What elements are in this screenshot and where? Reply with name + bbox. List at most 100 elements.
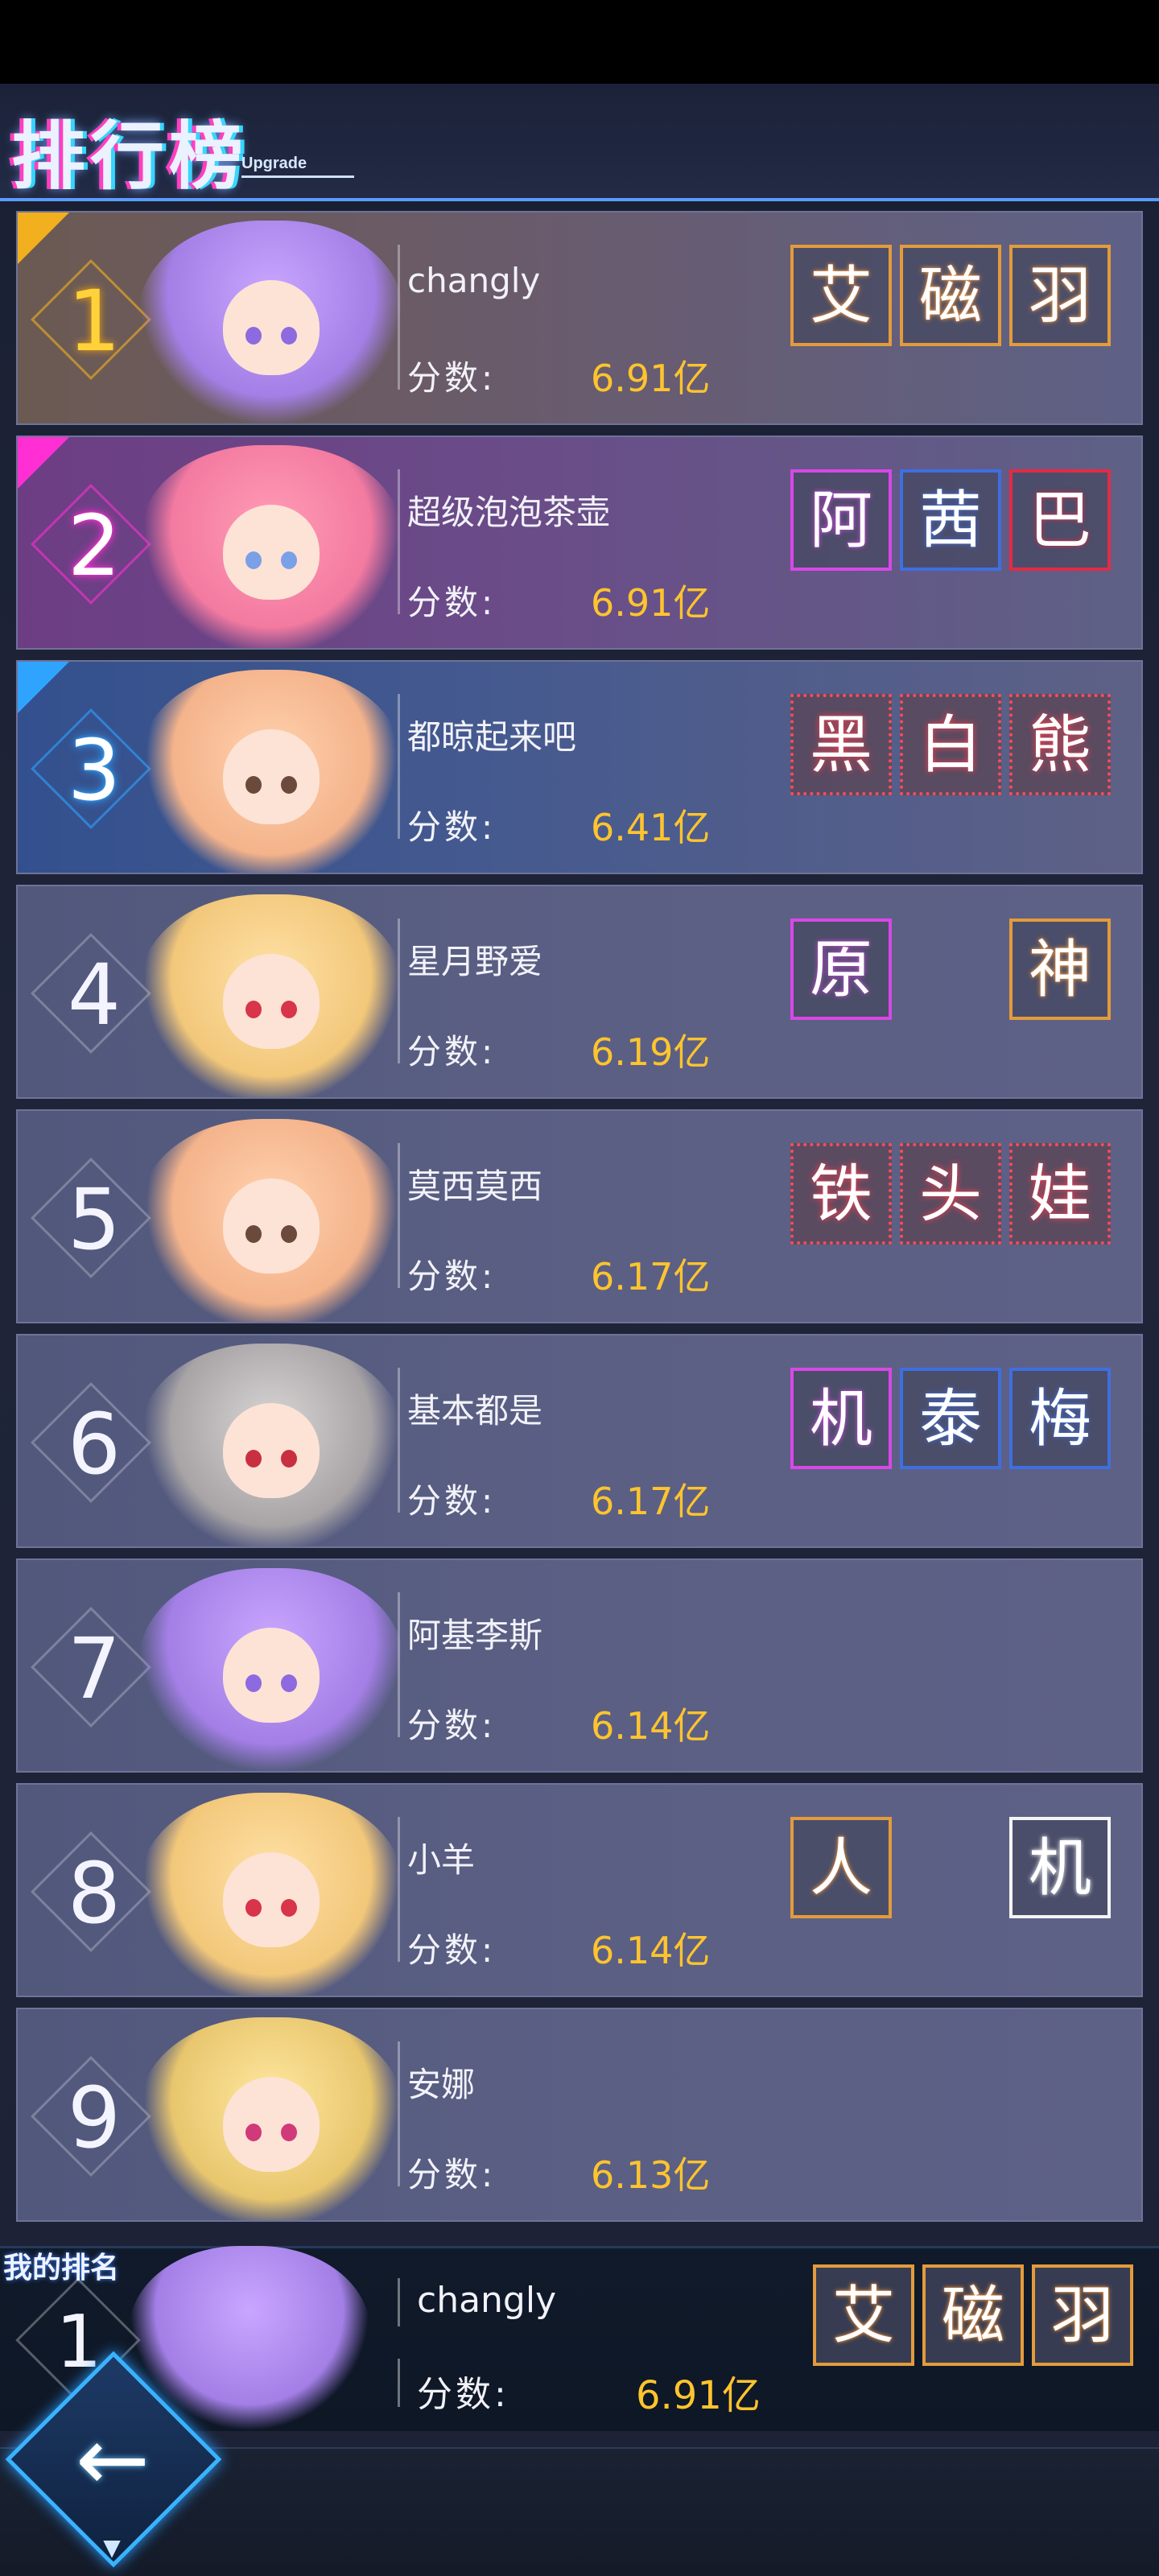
player-name: 安娜 [407,2065,476,2104]
player-name: 小羊 [407,1840,476,1880]
leaderboard-row[interactable]: 2 超级泡泡茶壶 分数: 6.91亿 阿茜巴 [16,436,1143,650]
leaderboard-row[interactable]: 5 莫西莫西 分数: 6.17亿 铁头娃 [16,1109,1143,1323]
player-avatar [138,445,404,648]
title-badge: 人 [790,1817,892,1918]
avatar-face [223,280,320,375]
player-name: 星月野爱 [407,942,543,981]
title-badge: 梅 [1009,1368,1111,1469]
avatar-eye [281,551,297,569]
title-badge: 黑 [790,694,892,795]
row-divider [398,245,400,390]
status-bar [0,0,1159,84]
row-divider [398,1368,400,1513]
score-label: 分数: [407,1706,497,1745]
subtitle-underline [241,175,354,178]
score-value: 6.91亿 [591,581,711,625]
title-badge: 磁 [900,245,1001,346]
row-divider [398,1817,400,1962]
rank-number: 8 [67,1844,122,1942]
avatar-eye [245,551,262,569]
player-name: 基本都是 [407,1391,543,1430]
avatar-eye [245,1899,262,1917]
score-label: 分数: [407,2155,497,2194]
back-arrow-icon[interactable]: ← [48,2415,177,2504]
leaderboard-row[interactable]: 9 安娜分数: 6.13亿 [16,2008,1143,2222]
my-score-value: 6.91亿 [636,2373,761,2418]
score-label: 分数: [407,1257,497,1296]
score-label: 分数: [407,1481,497,1521]
score-label: 分数: [407,1930,497,1970]
rank-number: 2 [67,497,122,595]
title-badge: 原 [790,919,892,1020]
leaderboard-row[interactable]: 3 都晾起来吧 分数: 6.41亿 黑白熊 [16,660,1143,874]
avatar-eye [281,776,297,794]
title-badge: 阿 [790,469,892,571]
player-avatar [138,894,404,1097]
avatar-face [223,505,320,600]
avatar-eye [245,1001,262,1018]
avatar-eye [245,327,262,345]
avatar-eye [245,2124,262,2141]
avatar-face [223,729,320,824]
page-subtitle: Upgrade [241,155,307,172]
player-avatar [138,1793,404,1996]
my-name: changly [417,2280,557,2321]
score-value: 6.17亿 [591,1255,711,1298]
avatar-face [223,954,320,1049]
player-name: 莫西莫西 [407,1166,543,1206]
title-badge: 茜 [900,469,1001,571]
rank-corner-marker [18,437,69,489]
player-avatar [138,221,404,423]
row-divider [398,694,400,839]
avatar-eye [281,1899,297,1917]
rank-number: 3 [67,721,122,819]
score-value: 6.13亿 [591,2153,711,2197]
rank-number: 6 [67,1395,122,1493]
score-label: 分数: [407,807,497,847]
my-badge-3: 羽 [1032,2264,1133,2366]
rank-corner-marker [18,662,69,713]
my-score-label: 分数: [417,2374,509,2415]
title-badge: 头 [900,1143,1001,1245]
title-badge: 白 [900,694,1001,795]
score-value: 6.14亿 [591,1929,711,1972]
player-avatar [138,1568,404,1771]
title-badge: 羽 [1009,245,1111,346]
avatar-eye [281,1674,297,1692]
rank-number: 9 [67,2069,122,2167]
leaderboard-row[interactable]: 4 星月野爱 分数: 6.19亿 原 神 [16,885,1143,1099]
my-badge-1: 艾 [813,2264,914,2366]
title-badge: 熊 [1009,694,1111,795]
leaderboard-row[interactable]: 7 阿基李斯 分数: 6.14亿 [16,1558,1143,1773]
my-rank-label: 我的排名 [3,2252,120,2285]
row-divider [398,469,400,614]
leaderboard-row[interactable]: 6 基本都是 分数: 6.17亿 机泰梅 [16,1334,1143,1548]
row-divider [398,1592,400,1737]
avatar-face [223,2077,320,2172]
leaderboard-row[interactable]: 8 小羊 分数: 6.14亿 人 机 [16,1783,1143,1997]
player-name: 阿基李斯 [407,1616,543,1655]
row-divider [398,1143,400,1288]
player-avatar [138,670,404,873]
leaderboard-row[interactable]: 1 changly 分数: 6.91亿 艾磁羽 [16,211,1143,425]
avatar-eye [281,1450,297,1468]
player-name: 超级泡泡茶壶 [407,493,611,532]
avatar-eye [245,1450,262,1468]
chevron-down-icon: ▼ [103,2534,121,2561]
title-badge: 神 [1009,919,1111,1020]
my-divider [398,2278,400,2326]
player-avatar [138,1119,404,1322]
title-badge: 铁 [790,1143,892,1245]
avatar-face [223,1403,320,1498]
rank-number: 4 [67,946,122,1044]
score-value: 6.17亿 [591,1480,711,1523]
title-badge: 娃 [1009,1143,1111,1245]
avatar-eye [245,776,262,794]
row-divider [398,919,400,1063]
score-value: 6.14亿 [591,1704,711,1748]
avatar-eye [281,1001,297,1018]
avatar-face [223,1852,320,1947]
score-label: 分数: [407,1032,497,1071]
avatar-face [223,1628,320,1723]
avatar-eye [281,327,297,345]
